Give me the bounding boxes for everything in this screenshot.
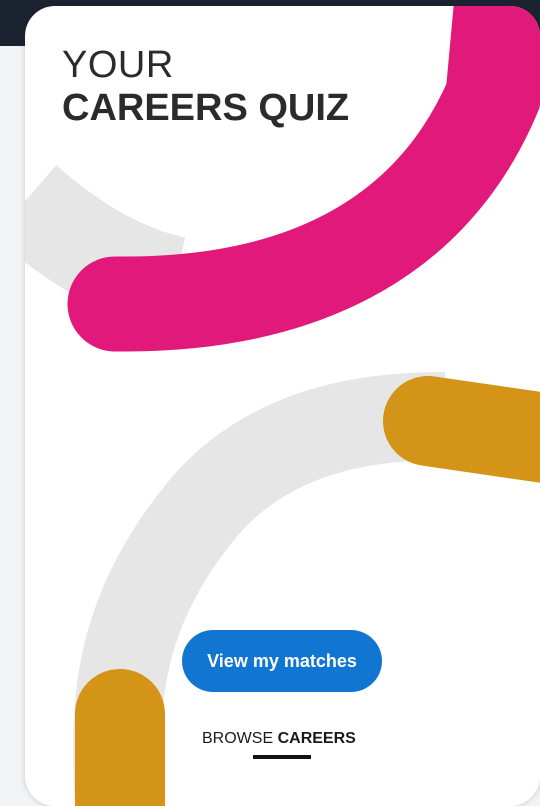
quiz-card[interactable]: YOUR CAREERS QUIZ View my matches BROWSE…: [25, 6, 540, 806]
browse-careers-link[interactable]: BROWSE CAREERS: [202, 730, 356, 748]
title-line-careers-quiz: CAREERS QUIZ: [62, 87, 350, 129]
active-tab-underline: [253, 755, 311, 759]
browse-emphasis: CAREERS: [277, 730, 356, 747]
view-matches-button[interactable]: View my matches: [182, 630, 382, 692]
lower-arc-mustard-top: [383, 376, 540, 483]
browse-prefix: BROWSE: [202, 730, 274, 747]
quiz-title: YOUR CAREERS QUIZ: [62, 46, 349, 130]
title-line-your: YOUR: [62, 44, 174, 86]
